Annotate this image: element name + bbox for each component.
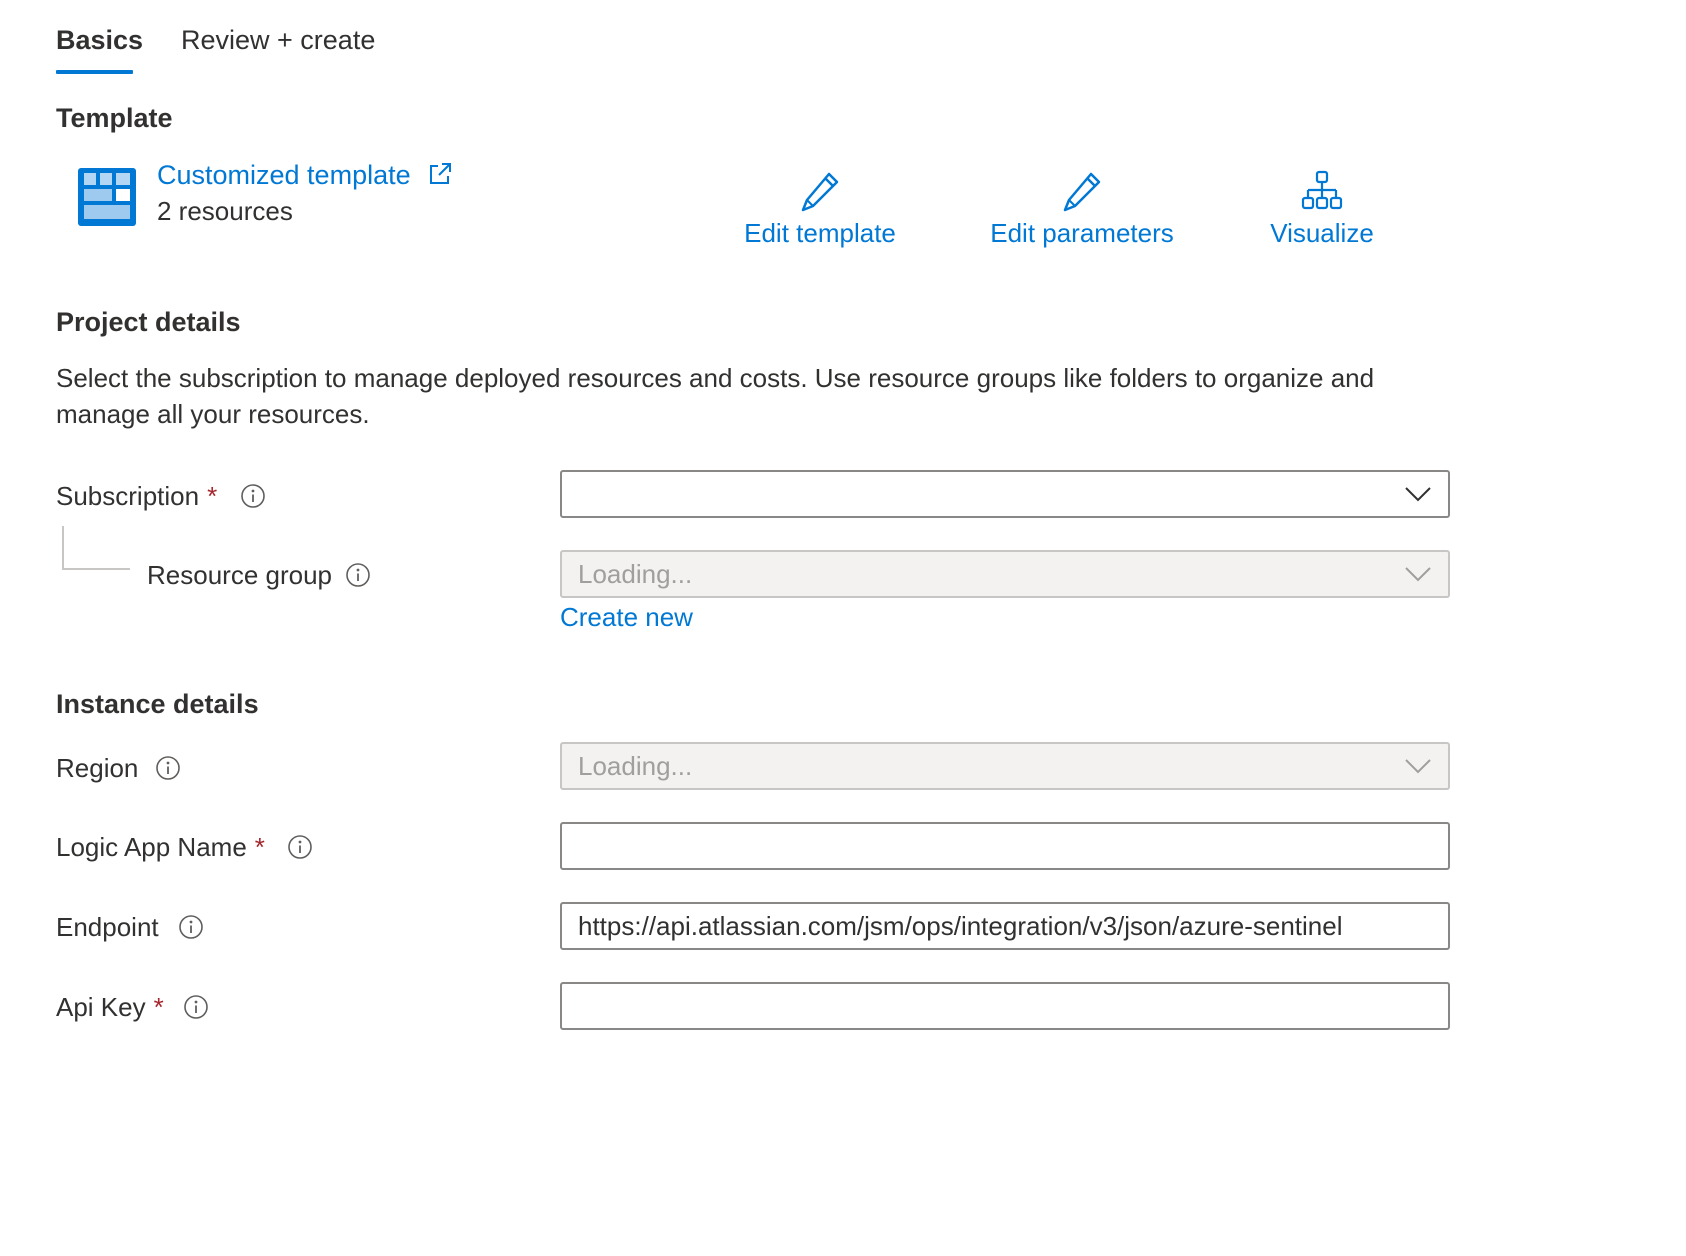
info-icon[interactable] xyxy=(287,834,313,860)
required-marker: * xyxy=(254,832,265,862)
info-icon[interactable] xyxy=(178,914,204,940)
edit-template-label: Edit template xyxy=(744,218,896,248)
tab-review-create[interactable]: Review + create xyxy=(181,22,375,58)
info-icon[interactable] xyxy=(240,483,266,509)
info-icon[interactable] xyxy=(183,994,209,1020)
external-link-icon[interactable] xyxy=(428,162,452,186)
project-details-description: Select the subscription to manage deploy… xyxy=(56,363,1375,429)
edit-template-button[interactable]: Edit template xyxy=(740,170,900,250)
tab-basics[interactable]: Basics xyxy=(56,22,143,58)
template-icon xyxy=(78,168,136,226)
info-icon[interactable] xyxy=(345,562,371,588)
edit-parameters-button[interactable]: Edit parameters xyxy=(982,170,1182,250)
api-key-label: Api Key * xyxy=(56,992,164,1022)
template-section-title: Template xyxy=(56,103,173,133)
customized-template-link[interactable]: Customized template xyxy=(157,157,411,193)
active-tab-indicator xyxy=(56,70,133,74)
instance-details-title: Instance details xyxy=(56,689,259,719)
resource-group-dropdown[interactable]: Loading... xyxy=(560,550,1450,598)
region-label: Region xyxy=(56,753,139,783)
edit-parameters-label: Edit parameters xyxy=(990,218,1174,248)
visualize-button[interactable]: Visualize xyxy=(1262,170,1382,250)
visualize-label: Visualize xyxy=(1270,218,1374,248)
chevron-down-icon xyxy=(1405,567,1431,582)
endpoint-input[interactable] xyxy=(560,902,1450,950)
tree-connector xyxy=(62,526,130,570)
required-marker: * xyxy=(153,992,164,1022)
region-dropdown[interactable]: Loading... xyxy=(560,742,1450,790)
chevron-down-icon xyxy=(1405,759,1431,774)
logic-app-name-label: Logic App Name * xyxy=(56,832,265,862)
chevron-down-icon xyxy=(1405,487,1431,502)
info-icon[interactable] xyxy=(155,755,181,781)
create-new-resource-group-link[interactable]: Create new xyxy=(560,599,693,635)
subscription-label: Subscription * xyxy=(56,481,218,511)
project-details-title: Project details xyxy=(56,307,241,337)
required-marker: * xyxy=(207,481,218,511)
endpoint-label: Endpoint xyxy=(56,912,159,942)
resource-group-label: Resource group xyxy=(147,560,332,590)
hierarchy-icon xyxy=(1301,170,1343,210)
logic-app-name-input[interactable] xyxy=(560,822,1450,870)
subscription-dropdown[interactable] xyxy=(560,470,1450,518)
resources-count: 2 resources xyxy=(157,196,293,226)
api-key-input[interactable] xyxy=(560,982,1450,1030)
pencil-icon xyxy=(1063,172,1101,212)
pencil-icon xyxy=(801,172,839,212)
